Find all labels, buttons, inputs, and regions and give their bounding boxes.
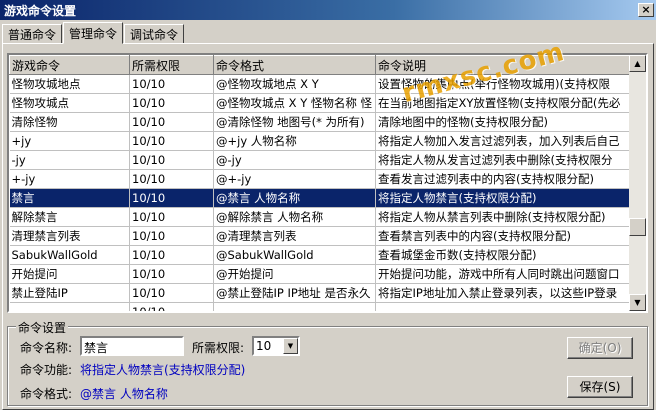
table-cell: 怪物攻城地点: [9, 74, 130, 94]
table-cell: -jy: [9, 150, 130, 170]
chevron-down-icon[interactable]: ▼: [283, 338, 298, 354]
scroll-down-icon[interactable]: ▼: [629, 294, 646, 311]
table-cell: 10/10: [129, 245, 214, 265]
table-cell: 怪物攻城点: [9, 93, 130, 113]
table-cell: @-jy: [213, 150, 376, 170]
scroll-thumb[interactable]: [629, 218, 646, 236]
table-cell: 在当前地图指定XY放置怪物(支持权限分配(先必: [375, 93, 629, 113]
table-row[interactable]: 禁言 10/10 @禁言 人物名称 将指定人物禁言(支持权限分配): [9, 188, 629, 208]
table-cell: 将指定人物禁言(支持权限分配): [375, 188, 629, 208]
table-cell: @清理禁言列表: [213, 226, 376, 246]
table-cell: [375, 302, 629, 311]
table-cell: @解除禁言 人物名称: [213, 207, 376, 227]
table-cell: @+jy 人物名称: [213, 131, 376, 151]
table-cell: 禁止登陆IP: [9, 283, 130, 303]
table-row[interactable]: 清理禁言列表 10/10 @清理禁言列表 查看禁言列表中的内容(支持权限分配): [9, 226, 629, 246]
command-format-label: 命令格式:: [20, 387, 73, 401]
table-cell: @禁止登陆IP IP地址 是否永久: [213, 283, 376, 303]
scroll-up-icon[interactable]: ▲: [629, 55, 646, 72]
table-cell: 开始提问功能，游戏中所有人同时跳出问题窗口: [375, 264, 629, 284]
table-row[interactable]: 怪物攻城点 10/10 @怪物攻城点 X Y 怪物名称 怪在当前地图指定XY放置怪物…: [9, 93, 629, 113]
permission-label: 所需权限:: [192, 341, 245, 355]
table-cell: @清除怪物 地图号(* 为所有): [213, 112, 376, 132]
tab-panel: 游戏命令 所需权限 命令格式 命令说明 怪物攻城地点 10/10 @怪物攻城地点 X…: [2, 43, 654, 410]
table-cell: 查看城堡金币数(支持权限分配): [375, 245, 629, 265]
command-name-label: 命令名称:: [20, 341, 73, 355]
confirm-button[interactable]: 确定(O): [567, 337, 633, 359]
command-format-value: @禁言 人物名称: [80, 387, 168, 401]
table-cell: 10/10: [129, 169, 214, 189]
table-cell: @开始提问: [213, 264, 376, 284]
column-header[interactable]: 命令说明: [375, 55, 629, 75]
table-cell: 开始提问: [9, 264, 130, 284]
table-cell: @怪物攻城点 X Y 怪物名称 怪: [213, 93, 376, 113]
column-header[interactable]: 命令格式: [213, 55, 376, 75]
group-title: 命令设置: [16, 319, 69, 336]
table-cell: 10/10: [129, 150, 214, 170]
command-function-value: 将指定人物禁言(支持权限分配): [80, 363, 246, 377]
table-cell: 10/10: [129, 74, 214, 94]
table-cell: 查看发言过滤列表中的内容(支持权限分配): [375, 169, 629, 189]
table-row[interactable]: 禁止登陆IP 10/10 @禁止登陆IP IP地址 是否永久 将指定IP地址加入禁止登…: [9, 283, 629, 303]
table-cell: +-jy: [9, 169, 130, 189]
table-cell: @SabukWallGold: [213, 245, 376, 265]
command-settings-group: 命令设置 命令名称: 禁言 所需权限: 10 ▼ 命令功能: 将指定人物禁言(支…: [7, 319, 648, 406]
table-cell: @禁言 人物名称: [213, 188, 376, 208]
tab-debug-commands[interactable]: 调试命令: [124, 24, 185, 44]
table-cell: 设置怪物的集中点(举行怪物攻城用)(支持权限: [375, 74, 629, 94]
table-cell: 将指定人物从发言过滤列表中删除(支持权限分: [375, 150, 629, 170]
table-row[interactable]: 解除禁言 10/10 @解除禁言 人物名称 将指定人物从禁言列表中删除(支持权限分配): [9, 207, 629, 227]
table-cell: 10/10: [129, 93, 214, 113]
table-cell: +jy: [9, 131, 130, 151]
table-cell: [9, 302, 130, 311]
close-button[interactable]: ×: [638, 3, 654, 17]
table-cell: @怪物攻城地点 X Y: [213, 74, 376, 94]
permission-value: 10: [256, 339, 272, 353]
command-function-label: 命令功能:: [20, 363, 73, 377]
save-button[interactable]: 保存(S): [567, 376, 633, 398]
table-row[interactable]: +jy 10/10 @+jy 人物名称 将指定人物加入发言过滤列表，加入列表后自己: [9, 131, 629, 151]
table-cell: 10/10: [129, 131, 214, 151]
table-cell: 将指定人物从禁言列表中删除(支持权限分配): [375, 207, 629, 227]
table-row[interactable]: 怪物攻城地点 10/10 @怪物攻城地点 X Y 设置怪物的集中点(举行怪物攻城用)(…: [9, 74, 629, 94]
table-row[interactable]: +-jy 10/10 @+-jy 查看发言过滤列表中的内容(支持权限分配): [9, 169, 629, 189]
window-title: 游戏命令设置: [4, 3, 77, 18]
command-table: 游戏命令 所需权限 命令格式 命令说明 怪物攻城地点 10/10 @怪物攻城地点 X…: [9, 55, 629, 311]
table-row[interactable]: -jy 10/10 @-jy 将指定人物从发言过滤列表中删除(支持权限分: [9, 150, 629, 170]
table-cell: 将指定IP地址加入禁止登录列表，以这些IP登录: [375, 283, 629, 303]
table-cell: 10/10: [129, 207, 214, 227]
tab-strip: 普通命令 管理命令 调试命令: [2, 22, 185, 44]
table-header: 游戏命令 所需权限 命令格式 命令说明: [9, 55, 629, 75]
table-row[interactable]: 开始提问 10/10 @开始提问 开始提问功能，游戏中所有人同时跳出问题窗口: [9, 264, 629, 284]
vertical-scrollbar[interactable]: ▲ ▼: [629, 55, 646, 311]
table-row[interactable]: 清除怪物 10/10 @清除怪物 地图号(* 为所有) 清除地图中的怪物(支持权限分配…: [9, 112, 629, 132]
table-cell: 10/10: [129, 188, 214, 208]
title-bar: 游戏命令设置 ×: [0, 0, 656, 20]
permission-select[interactable]: 10 ▼: [252, 336, 300, 356]
column-header[interactable]: 游戏命令: [9, 55, 130, 75]
table-cell: 将指定人物加入发言过滤列表，加入列表后自己: [375, 131, 629, 151]
table-cell: SabukWallGold: [9, 245, 130, 265]
table-cell: [213, 302, 376, 311]
table-cell: 查看禁言列表中的内容(支持权限分配): [375, 226, 629, 246]
table-cell: 清理禁言列表: [9, 226, 130, 246]
table-cell: 10/10: [129, 283, 214, 303]
tab-admin-commands[interactable]: 管理命令: [63, 22, 124, 44]
table-cell: 10/10: [129, 302, 214, 311]
tab-normal-commands[interactable]: 普通命令: [2, 24, 63, 44]
table-cell: 清除怪物: [9, 112, 130, 132]
table-cell: 禁言: [9, 188, 130, 208]
command-list[interactable]: 游戏命令 所需权限 命令格式 命令说明 怪物攻城地点 10/10 @怪物攻城地点 X…: [7, 53, 648, 313]
command-name-field[interactable]: 禁言: [80, 336, 184, 356]
table-cell: 解除禁言: [9, 207, 130, 227]
table-cell: 清除地图中的怪物(支持权限分配): [375, 112, 629, 132]
table-cell: 10/10: [129, 226, 214, 246]
table-row[interactable]: 10/10: [9, 302, 629, 311]
table-cell: 10/10: [129, 264, 214, 284]
table-row[interactable]: SabukWallGold 10/10 @SabukWallGold 查看城堡金币数(…: [9, 245, 629, 265]
table-cell: @+-jy: [213, 169, 376, 189]
column-header[interactable]: 所需权限: [129, 55, 214, 75]
table-cell: 10/10: [129, 112, 214, 132]
